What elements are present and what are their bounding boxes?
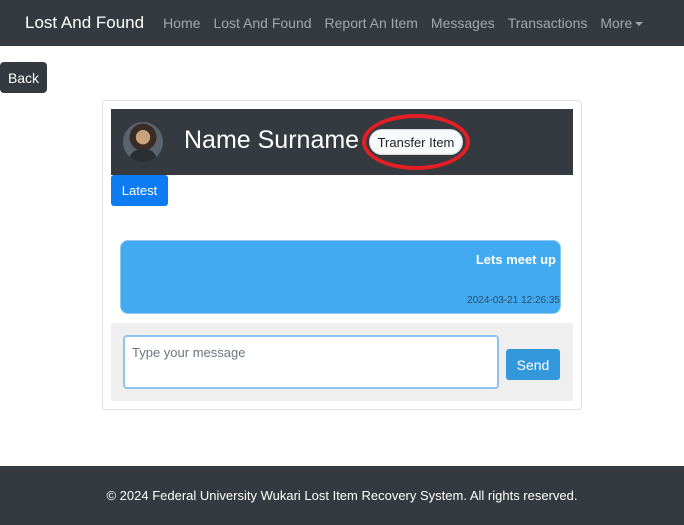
message-text: Lets meet up — [475, 252, 556, 267]
back-button[interactable]: Back — [0, 62, 47, 93]
nav-transactions[interactable]: Transactions — [508, 15, 588, 31]
caret-down-icon — [635, 21, 644, 26]
chat-header: Name Surname Transfer Item — [111, 109, 573, 175]
nav-lost-and-found[interactable]: Lost And Found — [213, 15, 311, 31]
navbar: Lost And Found Home Lost And Found Repor… — [0, 0, 684, 46]
nav-home[interactable]: Home — [163, 15, 200, 31]
avatar-body — [129, 149, 157, 162]
nav-messages[interactable]: Messages — [431, 15, 495, 31]
message-input[interactable] — [123, 335, 499, 389]
contact-name: Name Surname — [184, 126, 360, 154]
brand-logo[interactable]: Lost And Found — [25, 13, 144, 33]
chat-card: Name Surname Transfer Item Latest Lets m… — [102, 100, 582, 410]
avatar — [123, 122, 163, 162]
latest-button[interactable]: Latest — [111, 175, 168, 206]
nav-more-label: More — [600, 15, 633, 31]
transfer-item-button[interactable]: Transfer Item — [369, 129, 463, 155]
nav-report-an-item[interactable]: Report An Item — [325, 15, 418, 31]
message-composer: Send — [111, 323, 573, 401]
message-timestamp: 2024-03-21 12:26:35 — [467, 295, 560, 306]
message-bubble: Lets meet up 2024-03-21 12:26:35 — [120, 240, 561, 314]
nav-more-dropdown[interactable]: More — [600, 15, 644, 31]
footer: © 2024 Federal University Wukari Lost It… — [0, 466, 684, 525]
footer-copyright: © 2024 Federal University Wukari Lost It… — [106, 488, 578, 503]
send-button[interactable]: Send — [506, 349, 560, 380]
